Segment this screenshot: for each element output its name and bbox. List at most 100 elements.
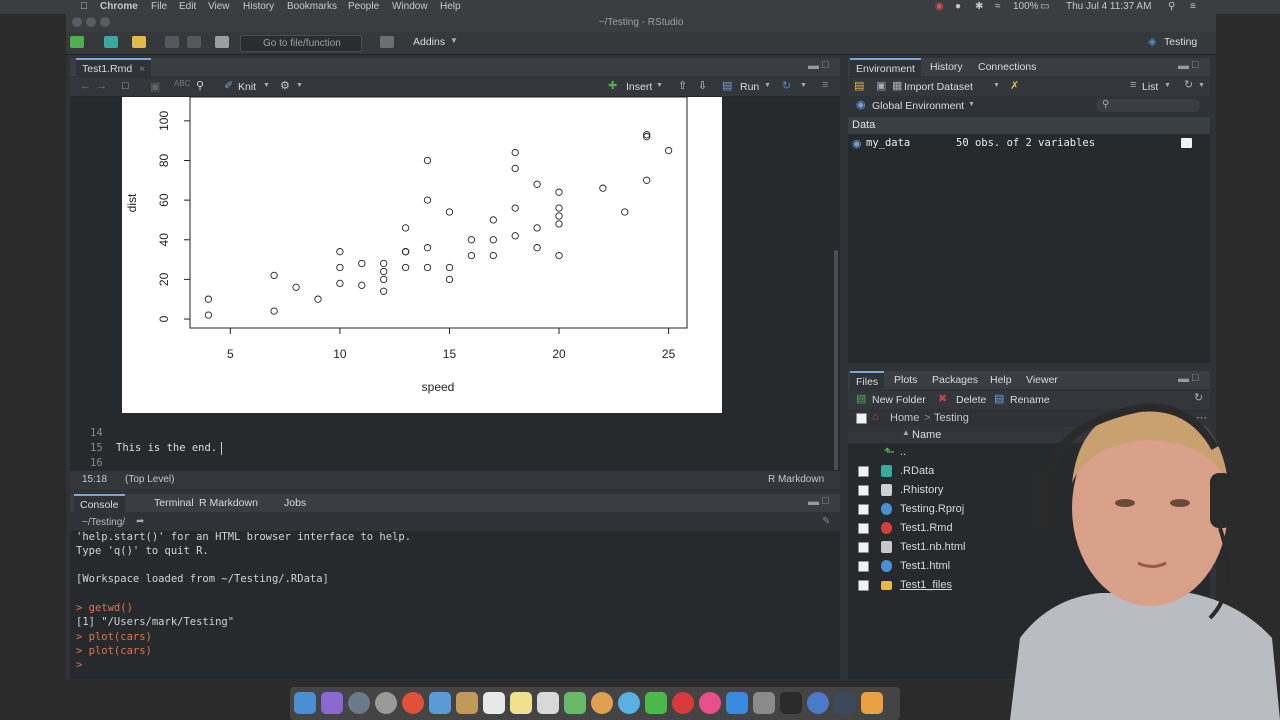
chrome-dock-icon[interactable] xyxy=(402,692,424,714)
app-dock-icon[interactable] xyxy=(861,692,883,714)
knit-dropdown-icon[interactable]: ▼ xyxy=(263,82,270,89)
messages-dock-icon[interactable] xyxy=(618,692,640,714)
file-checkbox[interactable] xyxy=(858,466,869,477)
maximize-console-icon[interactable]: □ xyxy=(822,495,829,507)
save-icon[interactable] xyxy=(165,36,179,48)
mail-dock-icon[interactable] xyxy=(429,692,451,714)
run-button[interactable]: Run xyxy=(740,81,759,93)
menu-file[interactable]: File xyxy=(151,1,167,12)
minimize-window-button[interactable] xyxy=(86,17,96,27)
spotlight-icon[interactable]: ⚲ xyxy=(1168,1,1175,12)
maps-dock-icon[interactable] xyxy=(564,692,586,714)
tab-files[interactable]: Files xyxy=(850,371,885,391)
spellcheck-icon[interactable]: ABC xyxy=(174,79,190,88)
rerun-icon[interactable]: ↻ xyxy=(782,79,791,92)
breadcrumb-testing[interactable]: Testing xyxy=(934,412,969,424)
print-icon[interactable] xyxy=(215,36,229,48)
select-all-checkbox[interactable] xyxy=(856,413,867,424)
maximize-env-icon[interactable]: □ xyxy=(1192,59,1199,71)
tab-test1-rmd[interactable]: Test1.Rmd × xyxy=(76,58,152,78)
insert-dropdown-icon[interactable]: ▼ xyxy=(656,82,663,89)
system-preferences-dock-icon[interactable] xyxy=(753,692,775,714)
delete-icon[interactable]: ✖ xyxy=(938,392,947,405)
expand-data-icon[interactable]: ◉ xyxy=(852,137,862,150)
env-row[interactable]: ◉ my_data 50 obs. of 2 variables xyxy=(848,135,1210,152)
tab-viewer[interactable]: Viewer xyxy=(1020,371,1064,389)
show-in-window-icon[interactable]: □ xyxy=(122,80,129,92)
run-icon[interactable]: ▤ xyxy=(722,79,732,92)
scope-dropdown-icon[interactable]: ▼ xyxy=(968,101,975,108)
minimize-files-icon[interactable]: ▬ xyxy=(1178,373,1189,385)
maximize-pane-icon[interactable]: □ xyxy=(822,59,829,71)
file-checkbox[interactable] xyxy=(858,542,869,553)
save-source-icon[interactable]: ▣ xyxy=(150,80,160,93)
import-dataset-button[interactable]: Import Dataset xyxy=(904,81,973,93)
next-chunk-icon[interactable]: ⇩ xyxy=(698,79,707,92)
file-checkbox[interactable] xyxy=(858,561,869,572)
finder-dock-icon[interactable] xyxy=(294,692,316,714)
music-dock-icon[interactable] xyxy=(699,692,721,714)
file-type-selector[interactable]: R Markdown xyxy=(768,474,824,485)
menu-window[interactable]: Window xyxy=(392,1,428,12)
forward-icon[interactable]: → xyxy=(96,80,107,92)
safari-dock-icon[interactable] xyxy=(375,692,397,714)
stickies-dock-icon[interactable] xyxy=(510,692,532,714)
activity-monitor-dock-icon[interactable] xyxy=(834,692,856,714)
maximize-files-icon[interactable]: □ xyxy=(1192,372,1199,384)
rename-icon[interactable]: ▤ xyxy=(994,392,1004,405)
tab-packages[interactable]: Packages xyxy=(926,371,984,389)
import-dropdown-icon[interactable]: ▼ xyxy=(993,82,1000,89)
clear-console-icon[interactable]: ✎ xyxy=(822,516,830,527)
load-workspace-icon[interactable]: ▤ xyxy=(854,79,864,92)
zoom-window-button[interactable] xyxy=(100,17,110,27)
minimize-env-icon[interactable]: ▬ xyxy=(1178,60,1189,72)
control-center-icon[interactable]: ≡ xyxy=(1190,1,1196,12)
console-prompt[interactable]: > xyxy=(76,659,82,671)
console-output[interactable]: 'help.start()' for an HTML browser inter… xyxy=(70,531,840,679)
menu-people[interactable]: People xyxy=(348,1,379,12)
view-mode-selector[interactable]: List xyxy=(1142,81,1158,93)
menu-app-name[interactable]: Chrome xyxy=(100,1,138,12)
find-icon[interactable]: ⚲ xyxy=(196,79,204,92)
menu-bookmarks[interactable]: Bookmarks xyxy=(287,1,337,12)
knit-button[interactable]: Knit xyxy=(238,81,256,93)
environment-search-input[interactable]: ⚲ xyxy=(1096,99,1200,112)
go-to-directory-icon[interactable]: ➦ xyxy=(136,516,144,527)
file-checkbox[interactable] xyxy=(858,485,869,496)
apple-icon[interactable]:  xyxy=(80,1,88,12)
menu-view[interactable]: View xyxy=(208,1,230,12)
tab-help[interactable]: Help xyxy=(984,371,1018,389)
breadcrumb-home[interactable]: Home xyxy=(890,412,919,424)
view-dropdown-icon[interactable]: ▼ xyxy=(1164,82,1171,89)
tab-plots[interactable]: Plots xyxy=(888,371,923,389)
file-checkbox[interactable] xyxy=(858,580,869,591)
import-dataset-icon[interactable]: ▦ xyxy=(892,79,902,92)
editor-scrollbar[interactable] xyxy=(834,250,838,470)
knit-icon[interactable]: ✐ xyxy=(224,79,233,92)
goto-file-input[interactable]: Go to file/function xyxy=(240,35,362,52)
project-menu[interactable]: Testing xyxy=(1164,36,1197,48)
prev-chunk-icon[interactable]: ⇧ xyxy=(678,79,687,92)
menu-edit[interactable]: Edit xyxy=(179,1,196,12)
open-file-icon[interactable] xyxy=(132,36,146,48)
new-folder-button[interactable]: New Folder xyxy=(872,394,926,406)
file-checkbox[interactable] xyxy=(858,523,869,534)
rocket-dock-icon[interactable] xyxy=(348,692,370,714)
minimize-pane-icon[interactable]: ▬ xyxy=(808,60,819,72)
tab-terminal[interactable]: Terminal xyxy=(148,494,200,512)
new-file-icon[interactable] xyxy=(70,36,84,48)
do-not-disturb-dock-icon[interactable] xyxy=(672,692,694,714)
tab-history[interactable]: History xyxy=(924,58,969,76)
minimize-console-icon[interactable]: ▬ xyxy=(808,496,819,508)
save-all-icon[interactable] xyxy=(187,36,201,48)
new-project-icon[interactable] xyxy=(104,36,118,48)
refresh-env-icon[interactable]: ↻ xyxy=(1184,78,1193,91)
launchpad-dock-icon[interactable] xyxy=(321,692,343,714)
outline-icon[interactable]: ≡ xyxy=(822,79,828,91)
tab-r-markdown[interactable]: R Markdown xyxy=(193,494,264,512)
notes-dock-icon[interactable] xyxy=(456,692,478,714)
run-dropdown-icon[interactable]: ▼ xyxy=(764,82,771,89)
menu-history[interactable]: History xyxy=(243,1,274,12)
scope-selector[interactable]: (Top Level) xyxy=(125,474,174,485)
insert-chunk-icon[interactable]: ✚ xyxy=(608,79,617,92)
